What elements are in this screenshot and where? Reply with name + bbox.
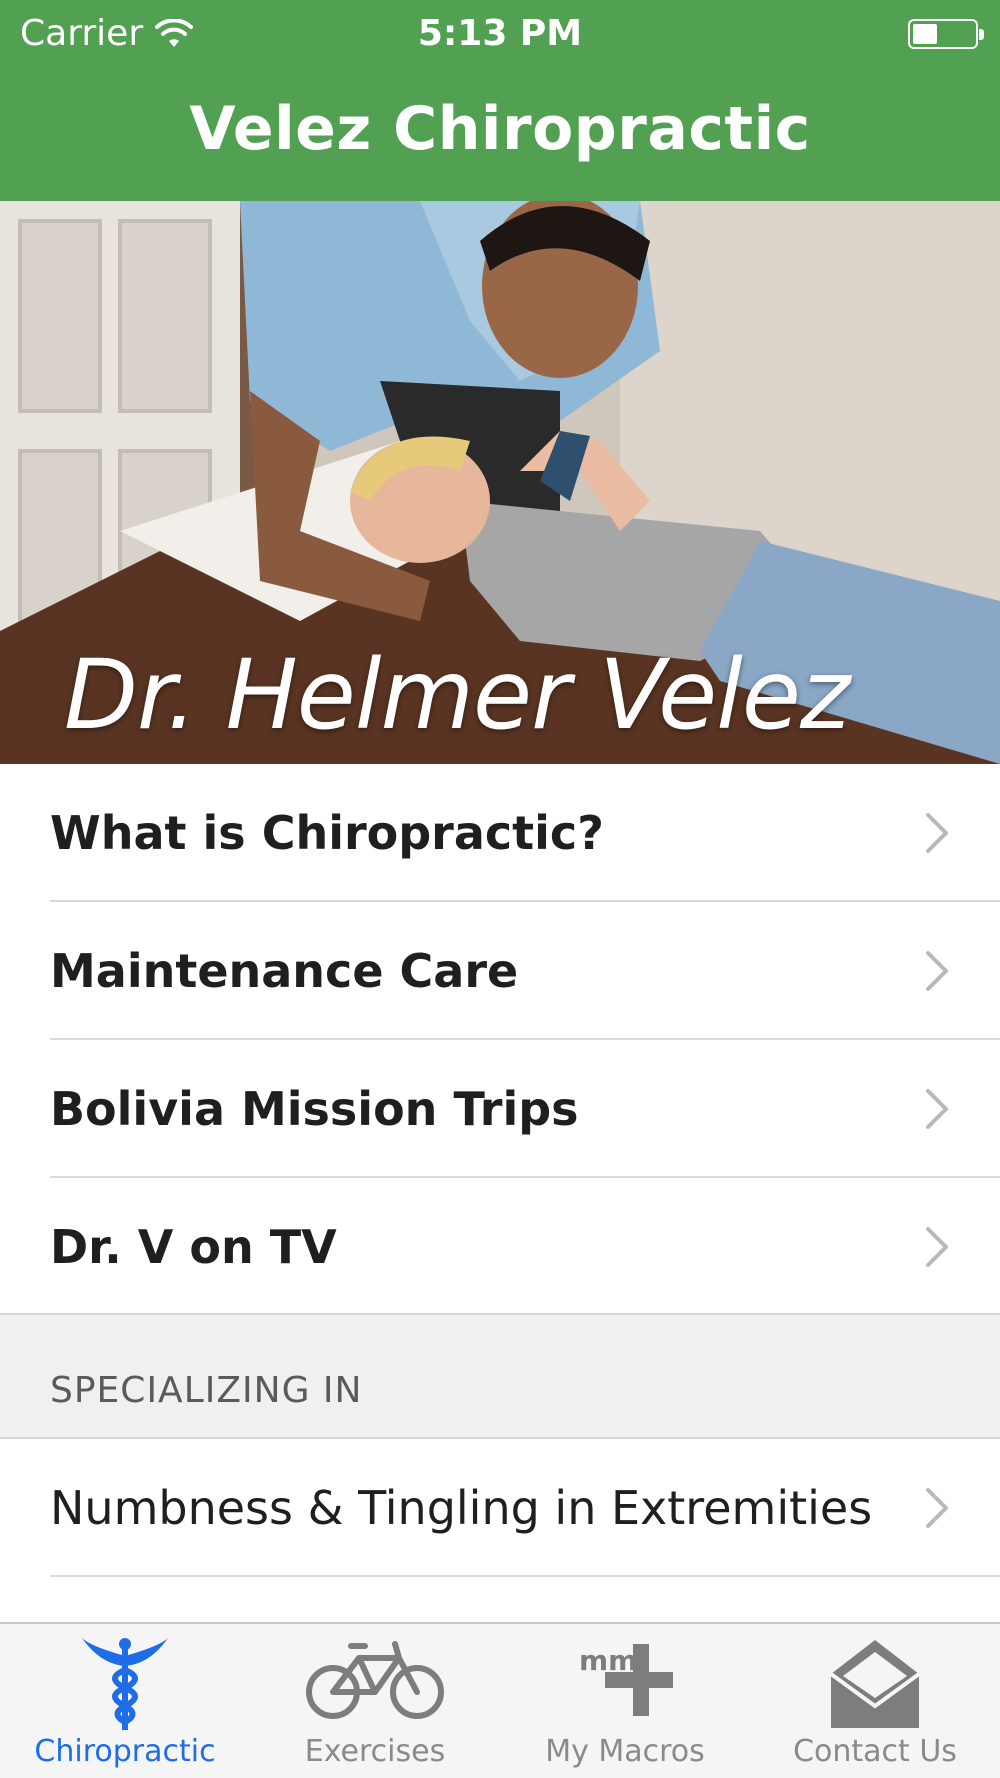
tab-label: My Macros	[545, 1734, 705, 1769]
menu-row-label: Maintenance Care	[50, 944, 519, 998]
tab-chiropractic[interactable]: Chiropractic	[0, 1624, 250, 1778]
menu-row-numbness-tingling[interactable]: Numbness & Tingling in Extremities	[0, 1439, 1000, 1577]
menu-row-label: Numbness & Tingling in Extremities	[50, 1481, 873, 1535]
section-header-label: SPECIALIZING IN	[50, 1370, 363, 1411]
menu-row-maintenance-care[interactable]: Maintenance Care	[0, 902, 1000, 1040]
app-screen: Carrier 5:13 PM Velez Chiropractic Dr. H…	[0, 0, 1000, 1778]
chevron-right-icon	[926, 1089, 948, 1129]
chevron-right-icon	[926, 813, 948, 853]
tab-my-macros[interactable]: mm My Macros	[500, 1624, 750, 1778]
menu-row-bolivia-mission-trips[interactable]: Bolivia Mission Trips	[0, 1040, 1000, 1178]
hero-caption: Dr. Helmer Velez	[64, 639, 850, 751]
chevron-right-icon	[926, 1227, 948, 1267]
tab-label: Chiropractic	[34, 1734, 216, 1769]
menu-row-what-is-chiropractic[interactable]: What is Chiropractic?	[0, 764, 1000, 902]
tab-contact-us[interactable]: Contact Us	[750, 1624, 1000, 1778]
section-header-specializing: SPECIALIZING IN	[0, 1313, 1000, 1439]
menu-row-label: What is Chiropractic?	[50, 806, 604, 860]
tab-label: Contact Us	[793, 1734, 957, 1769]
page-title: Velez Chiropractic	[189, 94, 811, 164]
row-divider	[50, 1575, 1000, 1577]
tab-exercises[interactable]: Exercises	[250, 1624, 500, 1778]
menu-row-dr-v-on-tv[interactable]: Dr. V on TV	[0, 1178, 1000, 1316]
menu-row-label: Bolivia Mission Trips	[50, 1082, 579, 1136]
chevron-right-icon	[926, 1488, 948, 1528]
menu-row-label: Dr. V on TV	[50, 1220, 337, 1274]
envelope-icon	[829, 1640, 921, 1728]
status-time: 5:13 PM	[417, 13, 583, 54]
chevron-right-icon	[926, 951, 948, 991]
battery-icon	[908, 19, 984, 49]
tab-bar: Chiropractic Exercises mm My Macros Cont…	[0, 1622, 1000, 1778]
caduceus-icon	[82, 1638, 168, 1730]
tab-label: Exercises	[304, 1734, 446, 1769]
bicycle-icon	[306, 1641, 444, 1719]
macros-plus-icon: mm	[579, 1644, 673, 1716]
navigation-header: Carrier 5:13 PM Velez Chiropractic	[0, 0, 1000, 201]
hero-photo: Dr. Helmer Velez	[0, 201, 1000, 764]
